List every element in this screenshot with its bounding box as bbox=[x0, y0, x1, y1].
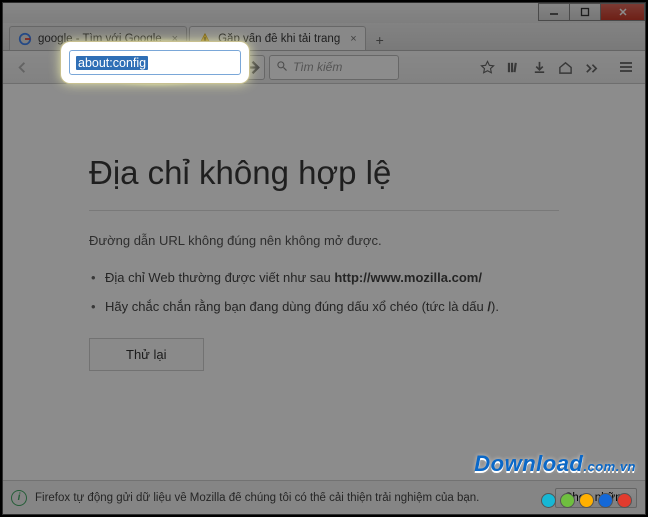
tab-close-icon[interactable]: × bbox=[350, 33, 356, 45]
home-icon[interactable] bbox=[558, 60, 573, 75]
page-title: Địa chỉ không hợp lệ bbox=[89, 154, 559, 192]
library-icon[interactable] bbox=[506, 60, 521, 75]
info-icon: i bbox=[11, 490, 27, 506]
retry-button[interactable]: Thử lại bbox=[89, 338, 204, 371]
address-bar-text: about:config bbox=[76, 56, 148, 70]
window-maximize-button[interactable] bbox=[569, 3, 601, 21]
color-dots bbox=[541, 493, 632, 508]
google-favicon-icon bbox=[18, 32, 32, 46]
window-close-button[interactable] bbox=[600, 3, 645, 21]
bookmark-star-icon[interactable] bbox=[480, 60, 495, 75]
watermark: Download.com.vn bbox=[474, 451, 636, 477]
color-dot bbox=[560, 493, 575, 508]
hamburger-menu-button[interactable] bbox=[613, 54, 639, 80]
window-minimize-button[interactable] bbox=[538, 3, 570, 21]
new-tab-button[interactable]: + bbox=[368, 30, 392, 50]
window-titlebar bbox=[3, 3, 645, 23]
color-dot bbox=[617, 493, 632, 508]
color-dot bbox=[598, 493, 613, 508]
color-dot bbox=[541, 493, 556, 508]
search-icon bbox=[276, 60, 288, 75]
search-placeholder: Tìm kiếm bbox=[293, 60, 342, 74]
address-bar[interactable]: about:config bbox=[69, 50, 241, 75]
error-bullet-2: Hãy chắc chắn rằng bạn đang dùng đúng dấ… bbox=[89, 299, 559, 314]
search-input[interactable]: Tìm kiếm bbox=[269, 55, 399, 80]
overflow-icon[interactable] bbox=[584, 60, 599, 75]
color-dot bbox=[579, 493, 594, 508]
error-bullet-1: Địa chỉ Web thường được viết như sau htt… bbox=[89, 270, 559, 285]
back-button[interactable] bbox=[9, 54, 35, 80]
download-icon[interactable] bbox=[532, 60, 547, 75]
error-lead: Đường dẫn URL không đúng nên không mở đư… bbox=[89, 233, 559, 248]
divider bbox=[89, 210, 559, 211]
info-message: Firefox tự động gửi dữ liệu về Mozilla đ… bbox=[35, 492, 547, 504]
page-content: Địa chỉ không hợp lệ Đường dẫn URL không… bbox=[3, 84, 645, 514]
